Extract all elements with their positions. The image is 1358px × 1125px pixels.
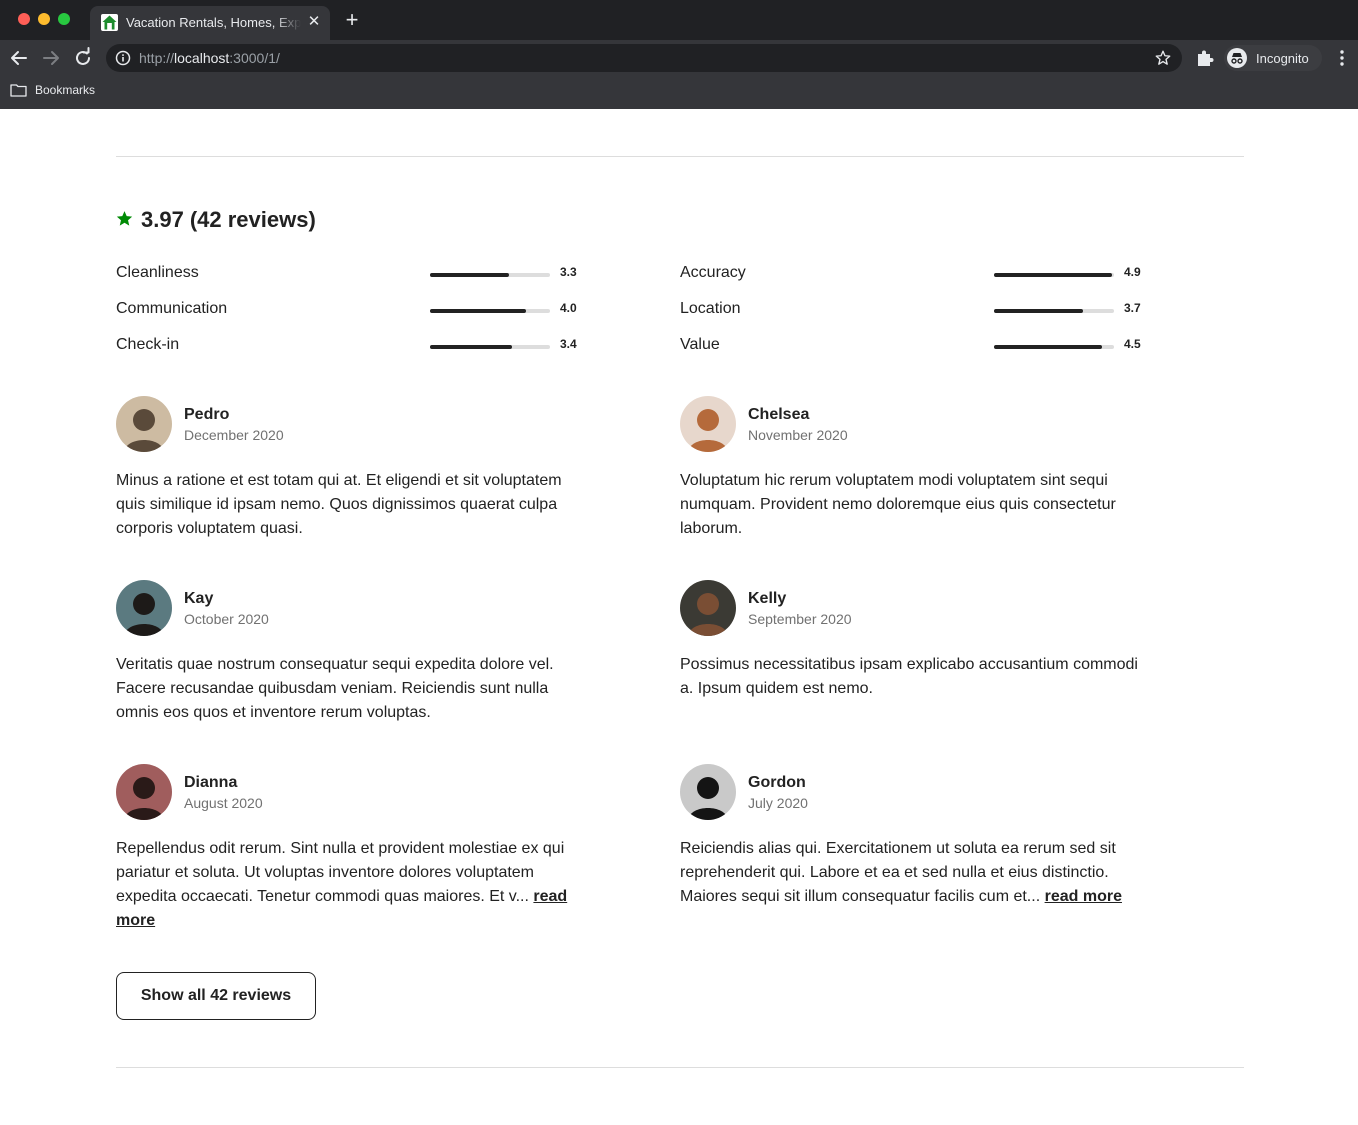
- rating-headline: 3.97 (42 reviews): [141, 207, 316, 233]
- category-check-in: Check-in 3.4: [116, 334, 586, 358]
- url-host: localhost: [174, 50, 230, 66]
- rating-bar: [430, 345, 550, 349]
- incognito-label: Incognito: [1256, 51, 1309, 66]
- review-text: Veritatis quae nostrum consequatur sequi…: [116, 653, 586, 725]
- category-value: 3.7: [1124, 301, 1141, 315]
- window-close-button[interactable]: [18, 13, 30, 25]
- category-label: Cleanliness: [116, 264, 199, 281]
- reviewer-name: Kay: [184, 590, 214, 607]
- rating-bar: [994, 309, 1114, 313]
- reviewer-name: Dianna: [184, 774, 238, 791]
- url-path: :3000/1/: [229, 50, 280, 66]
- category-label: Communication: [116, 300, 228, 317]
- review-body: Veritatis quae nostrum consequatur sequi…: [116, 656, 554, 721]
- category-accuracy: Accuracy 4.9: [680, 262, 1150, 286]
- extensions-puzzle-icon[interactable]: [1195, 48, 1215, 68]
- address-bar[interactable]: http://localhost:3000/1/: [106, 44, 1182, 72]
- window-zoom-button[interactable]: [58, 13, 70, 25]
- browser-tab[interactable]: Vacation Rentals, Homes, Experiences ✕: [90, 6, 330, 40]
- site-info-icon[interactable]: [115, 50, 131, 66]
- review-text: Possimus necessitatibus ipsam explicabo …: [680, 653, 1150, 701]
- category-label: Value: [680, 336, 720, 353]
- read-more-link[interactable]: read more: [1045, 888, 1122, 905]
- bookmarks-label: Bookmarks: [35, 83, 96, 97]
- forward-arrow-icon[interactable]: [39, 46, 63, 70]
- url-text: http://localhost:3000/1/: [139, 50, 280, 66]
- rating-bar: [430, 309, 550, 313]
- category-label: Check-in: [116, 336, 180, 353]
- reviewer-name: Gordon: [748, 774, 806, 791]
- category-cleanliness: Cleanliness 3.3: [116, 262, 586, 286]
- category-location: Location 3.7: [680, 298, 1150, 322]
- avatar[interactable]: [680, 580, 736, 636]
- browser-chrome: Vacation Rentals, Homes, Experiences ✕ +…: [0, 0, 1358, 109]
- category-value: 4.9: [1124, 265, 1141, 279]
- review-date: August 2020: [184, 795, 263, 811]
- incognito-icon: [1227, 48, 1247, 68]
- review-date: October 2020: [184, 611, 269, 627]
- review-text: Voluptatum hic rerum voluptatem modi vol…: [680, 469, 1150, 541]
- review-body: Minus a ratione et est totam qui at. Et …: [116, 472, 562, 537]
- url-scheme: http://: [139, 50, 175, 66]
- review-date: September 2020: [748, 611, 852, 627]
- category-value-rating: Value 4.5: [680, 334, 1150, 358]
- review-date: November 2020: [748, 427, 848, 443]
- avatar[interactable]: [680, 764, 736, 820]
- review-text: Minus a ratione et est totam qui at. Et …: [116, 469, 586, 541]
- rating-bar: [994, 345, 1114, 349]
- category-communication: Communication 4.0: [116, 298, 586, 322]
- review-count: (42 reviews): [189, 207, 316, 232]
- rating-bar-fill: [430, 345, 512, 349]
- folder-icon: [10, 83, 27, 97]
- avatar[interactable]: [116, 580, 172, 636]
- category-value: 4.5: [1124, 337, 1141, 351]
- review-body: Voluptatum hic rerum voluptatem modi vol…: [680, 472, 1116, 537]
- tab-close-icon[interactable]: ✕: [305, 13, 323, 31]
- site-favicon-icon: [101, 14, 118, 31]
- tab-strip: Vacation Rentals, Homes, Experiences ✕ +: [0, 0, 1358, 40]
- window-minimize-button[interactable]: [38, 13, 50, 25]
- reviewer-name: Chelsea: [748, 406, 810, 423]
- back-arrow-icon[interactable]: [7, 46, 31, 70]
- show-all-reviews-button[interactable]: Show all 42 reviews: [116, 972, 316, 1020]
- reviewer-name: Pedro: [184, 406, 230, 423]
- category-value: 3.3: [560, 265, 577, 279]
- bookmark-star-icon[interactable]: [1154, 49, 1172, 67]
- reviewer-name: Kelly: [748, 590, 787, 607]
- star-icon: [116, 210, 133, 227]
- browser-menu-icon[interactable]: [1333, 48, 1351, 68]
- review-text: Reiciendis alias qui. Exercitationem ut …: [680, 837, 1150, 909]
- new-tab-icon[interactable]: +: [342, 9, 362, 31]
- category-label: Accuracy: [680, 264, 746, 281]
- rating-bar-fill: [994, 273, 1112, 277]
- review-body: Repellendus odit rerum. Sint nulla et pr…: [116, 840, 565, 905]
- incognito-indicator[interactable]: Incognito: [1224, 45, 1322, 71]
- rating-bar-fill: [994, 345, 1102, 349]
- section-divider-bottom: [116, 1067, 1244, 1068]
- avatar[interactable]: [680, 396, 736, 452]
- average-rating: 3.97: [141, 207, 184, 232]
- review-date: July 2020: [748, 795, 808, 811]
- rating-bar-fill: [430, 309, 526, 313]
- reload-icon[interactable]: [71, 46, 95, 70]
- avatar[interactable]: [116, 764, 172, 820]
- review-date: December 2020: [184, 427, 284, 443]
- section-divider-top: [116, 156, 1244, 157]
- tab-title: Vacation Rentals, Homes, Experiences: [126, 15, 301, 30]
- category-label: Location: [680, 300, 741, 317]
- review-text: Repellendus odit rerum. Sint nulla et pr…: [116, 837, 586, 933]
- rating-bar-fill: [994, 309, 1083, 313]
- avatar[interactable]: [116, 396, 172, 452]
- rating-bar: [430, 273, 550, 277]
- rating-bar: [994, 273, 1114, 277]
- rating-bar-fill: [430, 273, 510, 277]
- review-body: Possimus necessitatibus ipsam explicabo …: [680, 656, 1138, 697]
- category-value: 3.4: [560, 337, 577, 351]
- category-value: 4.0: [560, 301, 577, 315]
